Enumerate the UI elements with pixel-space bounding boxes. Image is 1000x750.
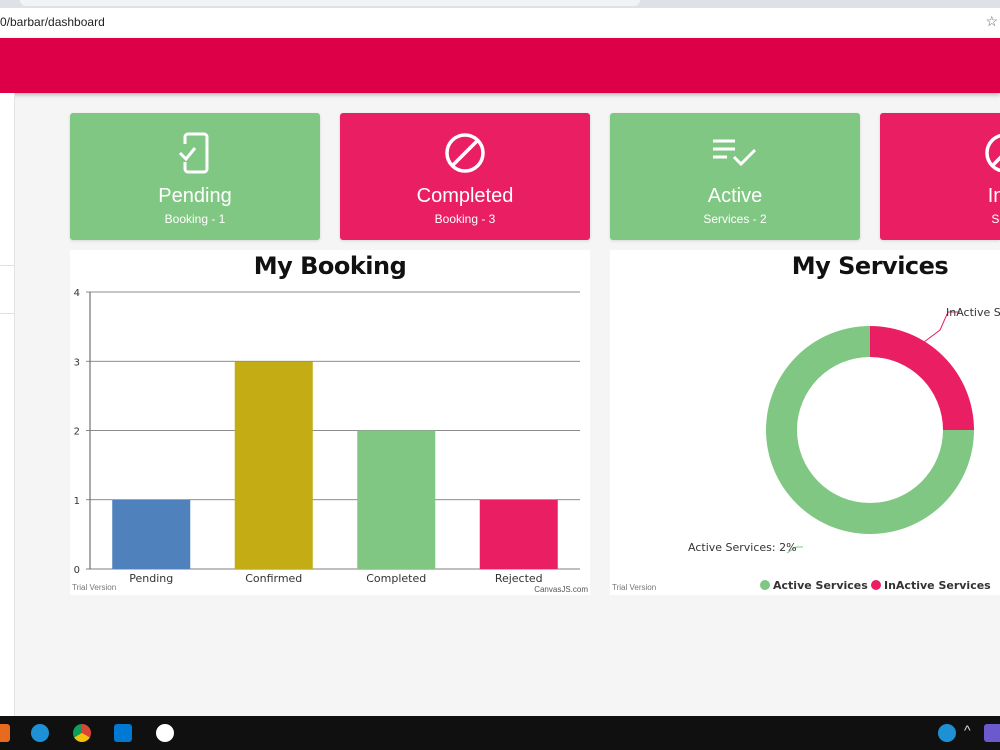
y-tick-label: 2 — [74, 427, 80, 438]
legend-label: Active Services — [773, 579, 868, 592]
block-icon — [880, 131, 1000, 175]
doughnut-slice — [870, 326, 974, 430]
bar — [479, 499, 558, 569]
app-header — [0, 38, 1000, 93]
tray-icon[interactable] — [984, 724, 1000, 742]
chevron-up-icon[interactable]: ^ — [964, 722, 971, 738]
y-tick-label: 3 — [74, 357, 80, 368]
services-doughnut-chart: Active Services: 2% InActive S Active Serv… — [688, 306, 1000, 592]
trial-version-text: Trial Version — [72, 583, 117, 592]
card-subtitle: Booking - 3 — [434, 212, 496, 226]
index-label-active: Active Services: 2% — [688, 541, 797, 554]
browser-tab[interactable] — [20, 0, 640, 6]
y-tick-label: 0 — [74, 565, 80, 576]
trial-version-text: Trial Version — [612, 583, 657, 592]
card-pending[interactable]: Pending Booking - 1 — [70, 113, 320, 240]
services-chart-panel: My Services Active Services: 2% InActive … — [610, 250, 1000, 595]
skype-icon[interactable] — [31, 724, 49, 742]
block-icon — [340, 131, 590, 175]
x-tick-label: Completed — [366, 572, 426, 585]
bookmark-star-icon[interactable]: ☆ — [985, 13, 998, 30]
bar — [234, 361, 313, 569]
legend-marker — [871, 580, 881, 590]
legend-label: InActive Services — [884, 579, 991, 592]
chrome-icon[interactable] — [73, 724, 91, 742]
browser-tab-strip — [0, 0, 1000, 8]
list-check-icon — [610, 131, 860, 175]
help-icon[interactable] — [938, 724, 956, 742]
card-subtitle: Services - 2 — [703, 212, 767, 226]
index-label-inactive: InActive S — [946, 306, 1000, 319]
card-title: Pending — [158, 185, 232, 207]
card-active[interactable]: Active Services - 2 — [610, 113, 860, 240]
legend-marker — [760, 580, 770, 590]
sidebar — [0, 93, 15, 716]
sidebar-divider — [0, 265, 14, 266]
booking-bar-chart: 0 1 2 3 4 Pending Confirmed Completed Rejected — [74, 288, 580, 585]
address-bar[interactable]: 0/barbar/dashboard ☆ — [0, 8, 1000, 39]
bar — [357, 430, 436, 569]
canvasjs-credit[interactable]: CanvasJS.com — [534, 585, 588, 594]
app-icon[interactable] — [0, 724, 10, 742]
phone-check-icon — [70, 131, 320, 175]
card-inactive[interactable]: In A Servi — [880, 113, 1000, 240]
sidebar-divider — [0, 313, 14, 314]
vscode-icon[interactable] — [114, 724, 132, 742]
y-tick-label: 1 — [74, 496, 80, 507]
mongodb-compass-icon[interactable] — [156, 724, 174, 742]
y-tick-label: 4 — [74, 288, 80, 299]
card-title: Completed — [416, 185, 514, 207]
card-subtitle: Booking - 1 — [164, 212, 226, 226]
bar — [112, 499, 191, 569]
x-tick-label: Rejected — [495, 572, 543, 585]
x-tick-label: Pending — [129, 572, 173, 585]
booking-chart-panel: My Booking 0 1 2 3 4 Pending Confirmed Complete… — [70, 250, 590, 595]
card-title: In A — [987, 185, 1000, 207]
card-subtitle: Servi — [991, 212, 1000, 226]
card-completed[interactable]: Completed Booking - 3 — [340, 113, 590, 240]
address-url[interactable]: 0/barbar/dashboard — [0, 15, 105, 29]
x-tick-label: Confirmed — [245, 572, 302, 585]
taskbar: ^ — [0, 716, 1000, 750]
card-title: Active — [707, 185, 763, 207]
